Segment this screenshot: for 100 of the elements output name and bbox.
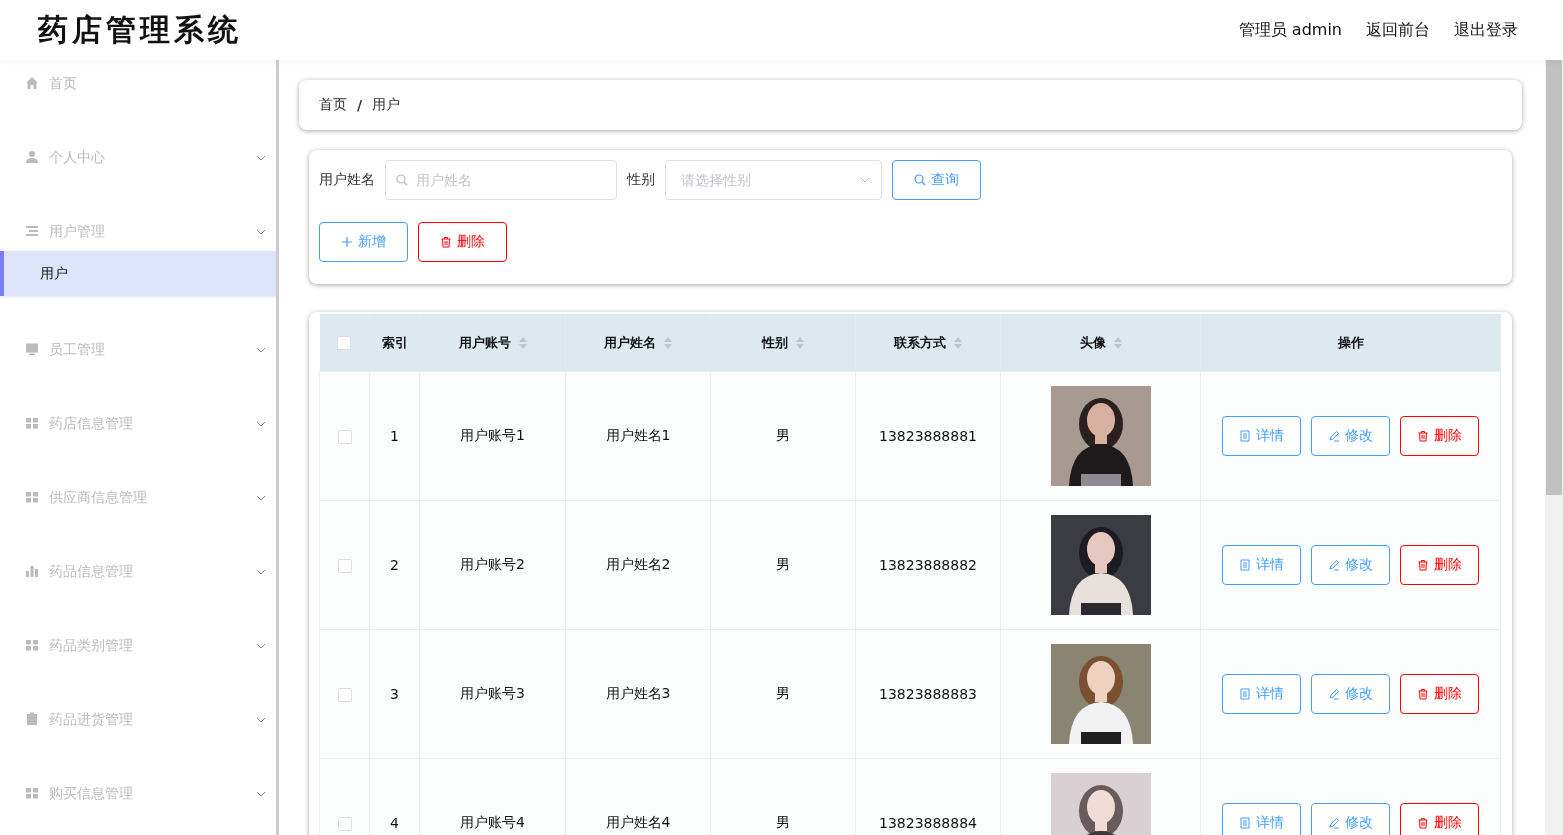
document-icon: [1239, 430, 1251, 442]
delete-button[interactable]: 删除: [1400, 545, 1479, 585]
pencil-icon: [1328, 559, 1340, 571]
pencil-icon: [1328, 430, 1340, 442]
column-header[interactable]: 头像: [1000, 314, 1201, 372]
delete-button[interactable]: 删除: [1400, 803, 1479, 835]
monitor-icon: [25, 342, 39, 356]
table-cell: 13823888884: [855, 758, 1001, 835]
table-cell: 13823888881: [855, 371, 1001, 501]
table-cell: 用户账号2: [419, 500, 566, 630]
table-cell: 1: [369, 371, 420, 501]
person-icon: [25, 150, 39, 164]
grid-icon: [25, 490, 39, 504]
name-search-field[interactable]: 用户姓名: [385, 160, 617, 200]
grid-icon: [25, 416, 39, 430]
search-icon: [396, 174, 408, 186]
table-cell: 用户姓名2: [565, 500, 711, 630]
table-cell: 用户账号1: [419, 371, 566, 501]
sidebar-item[interactable]: 药品进货管理: [0, 700, 276, 774]
chevron-icon: [256, 421, 266, 427]
table-cell: 4: [369, 758, 420, 835]
header-link[interactable]: 管理员 admin: [1238, 19, 1342, 41]
table-cell: 用户姓名4: [565, 758, 711, 835]
table-cell: 男: [710, 500, 856, 630]
chevron-icon: [256, 495, 266, 501]
header-link[interactable]: 返回前台: [1366, 19, 1430, 41]
sidebar-item[interactable]: 首页: [0, 64, 276, 138]
plus-icon: [341, 236, 353, 248]
delete-button[interactable]: 删除: [1400, 416, 1479, 456]
document-icon: [1239, 688, 1251, 700]
sidebar-item[interactable]: 药品类别管理: [0, 626, 276, 700]
table-cell: 男: [710, 758, 856, 835]
sidebar-item[interactable]: 药店信息管理: [0, 404, 276, 478]
trash-icon: [1417, 430, 1429, 442]
detail-button[interactable]: 详情: [1222, 803, 1301, 835]
column-header[interactable]: 性别: [710, 314, 856, 372]
header-link[interactable]: 退出登录: [1454, 19, 1518, 41]
table-cell: 13823888883: [855, 629, 1001, 759]
bar-chart-icon: [25, 564, 39, 578]
row-checkbox[interactable]: [337, 559, 352, 573]
chevron-icon: [256, 229, 266, 235]
document-icon: [1239, 817, 1251, 829]
pencil-icon: [1328, 688, 1340, 700]
trash-icon: [440, 236, 452, 248]
sidebar-subitem[interactable]: 用户: [0, 251, 276, 296]
sidebar-item[interactable]: 用户管理: [0, 212, 276, 251]
query-button[interactable]: 查询: [892, 160, 981, 200]
table-cell: 用户姓名1: [565, 371, 711, 501]
delete-button[interactable]: 删除: [418, 222, 507, 262]
column-header[interactable]: 联系方式: [855, 314, 1001, 372]
edit-button[interactable]: 修改: [1311, 803, 1390, 835]
select-all-checkbox[interactable]: [337, 336, 352, 351]
detail-button[interactable]: 详情: [1222, 674, 1301, 714]
detail-button[interactable]: 详情: [1222, 416, 1301, 456]
app-title: 药店管理系统: [38, 10, 242, 49]
chevron-icon: [256, 791, 266, 797]
gender-select[interactable]: 请选择性别: [665, 160, 882, 200]
breadcrumb-item[interactable]: 首页: [319, 96, 347, 114]
table-cell: 13823888882: [855, 500, 1001, 630]
table-cell: 2: [369, 500, 420, 630]
chevron-icon: [860, 177, 870, 183]
chevron-icon: [256, 643, 266, 649]
detail-button[interactable]: 详情: [1222, 545, 1301, 585]
scrollbar-thumb[interactable]: [1546, 60, 1562, 495]
sidebar-item[interactable]: 药品信息管理: [0, 552, 276, 626]
pencil-icon: [1328, 817, 1340, 829]
list-icon: [25, 224, 39, 238]
trash-icon: [1417, 817, 1429, 829]
field-label: 用户姓名: [319, 171, 375, 189]
column-header[interactable]: 用户账号: [419, 314, 566, 372]
column-header[interactable]: 操作: [1200, 314, 1501, 372]
edit-button[interactable]: 修改: [1311, 416, 1390, 456]
row-checkbox[interactable]: [337, 430, 352, 444]
trash-icon: [1417, 559, 1429, 571]
column-header[interactable]: 索引: [369, 314, 420, 372]
row-checkbox[interactable]: [337, 817, 352, 831]
add-button[interactable]: 新增: [319, 222, 408, 262]
chevron-icon: [256, 717, 266, 723]
trash-icon: [1417, 688, 1429, 700]
chevron-icon: [256, 155, 266, 161]
sidebar-item[interactable]: 供应商信息管理: [0, 478, 276, 552]
sidebar-item[interactable]: 购买信息管理: [0, 774, 276, 835]
grid-icon: [25, 786, 39, 800]
column-header[interactable]: 用户姓名: [565, 314, 711, 372]
table-cell: 男: [710, 629, 856, 759]
field-label: 性别: [627, 171, 655, 189]
sidebar-item[interactable]: 个人中心: [0, 138, 276, 212]
home-icon: [25, 76, 39, 90]
table-cell: 用户账号3: [419, 629, 566, 759]
table-cell: 男: [710, 371, 856, 501]
breadcrumb-separator: /: [357, 97, 363, 113]
row-checkbox[interactable]: [337, 688, 352, 702]
edit-button[interactable]: 修改: [1311, 674, 1390, 714]
breadcrumb-item[interactable]: 用户: [372, 96, 401, 114]
table-cell: 用户姓名3: [565, 629, 711, 759]
edit-button[interactable]: 修改: [1311, 545, 1390, 585]
table-cell: 用户账号4: [419, 758, 566, 835]
sidebar-item[interactable]: 员工管理: [0, 330, 276, 404]
delete-button[interactable]: 删除: [1400, 674, 1479, 714]
table-cell: 3: [369, 629, 420, 759]
